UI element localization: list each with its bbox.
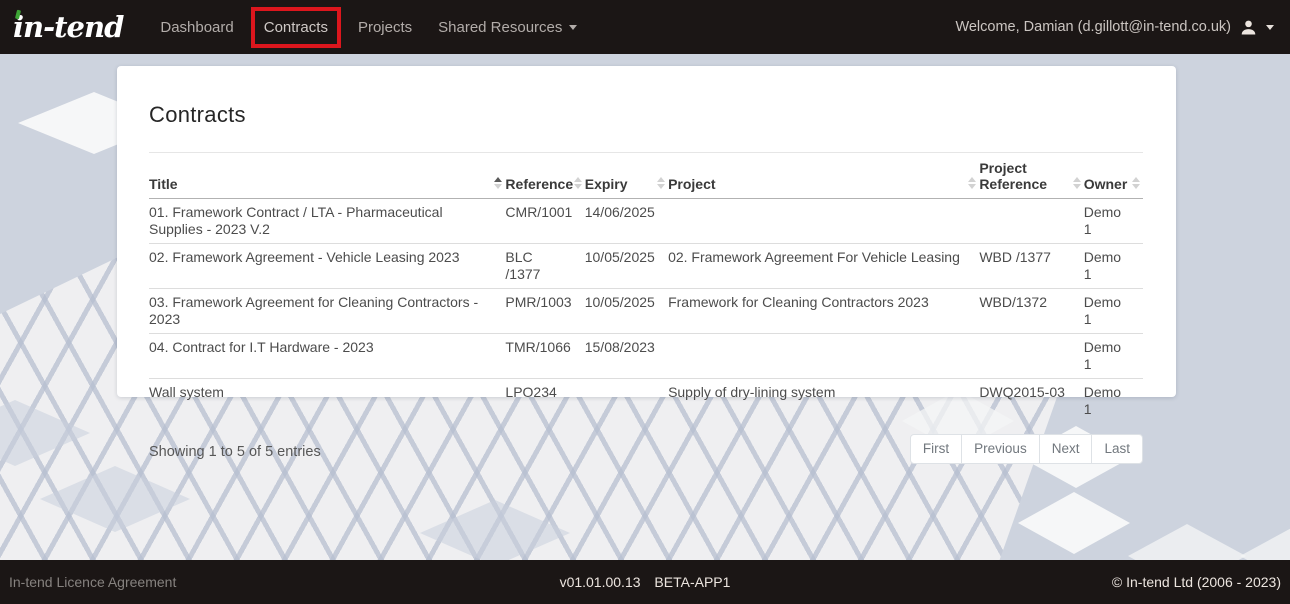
column-header-reference[interactable]: Reference <box>505 153 584 199</box>
copyright-text: © In-tend Ltd (2006 - 2023) <box>1112 574 1281 590</box>
column-label: Project Reference <box>979 160 1047 192</box>
column-header-project[interactable]: Project <box>668 153 979 199</box>
cell-title: 01. Framework Contract / LTA - Pharmaceu… <box>149 199 505 244</box>
column-label: Title <box>149 176 178 192</box>
cell-project-reference <box>979 334 1083 379</box>
chevron-down-icon <box>569 25 577 30</box>
cell-title: 03. Framework Agreement for Cleaning Con… <box>149 289 505 334</box>
cell-reference: BLC /1377 <box>505 244 584 289</box>
footer: In-tend Licence Agreement v01.01.00.13 B… <box>0 560 1290 604</box>
cell-project: Supply of dry-lining system <box>668 379 979 424</box>
nav-label: Projects <box>358 19 412 36</box>
pagination-first-button[interactable]: First <box>910 434 962 464</box>
intend-logo[interactable]: in-tend <box>13 13 123 42</box>
contracts-table: Title Reference Expiry Project Project R… <box>149 152 1143 423</box>
cell-project-reference: WBD/1372 <box>979 289 1083 334</box>
cell-expiry: 10/05/2025 <box>585 244 668 289</box>
user-icon[interactable] <box>1240 19 1257 36</box>
pagination-next-button[interactable]: Next <box>1039 434 1093 464</box>
version-text: v01.01.00.13 <box>560 574 641 590</box>
user-menu-chevron-icon[interactable] <box>1266 25 1274 30</box>
column-label: Project <box>668 176 715 192</box>
navbar-right: Welcome, Damian (d.gillott@in-tend.co.uk… <box>955 19 1274 36</box>
bg-diamond <box>0 400 90 466</box>
cell-reference: CMR/1001 <box>505 199 584 244</box>
page-title: Contracts <box>149 102 1143 128</box>
sort-asc-icon <box>494 177 502 189</box>
nav-item-dashboard[interactable]: Dashboard <box>147 7 246 48</box>
table-row[interactable]: Wall system LPO234 Supply of dry-lining … <box>149 379 1143 424</box>
logo-text: in-tend <box>13 10 123 44</box>
cell-expiry: 14/06/2025 <box>585 199 668 244</box>
nav-label: Contracts <box>264 19 328 36</box>
column-label: Expiry <box>585 176 628 192</box>
cell-reference: PMR/1003 <box>505 289 584 334</box>
bg-diamond <box>420 500 570 560</box>
sort-icon <box>657 177 665 189</box>
pagination-previous-button[interactable]: Previous <box>961 434 1040 464</box>
cell-owner: Demo 1 <box>1084 199 1143 244</box>
cell-reference: LPO234 <box>505 379 584 424</box>
column-header-owner[interactable]: Owner <box>1084 153 1143 199</box>
column-label: Owner <box>1084 176 1128 192</box>
column-header-title[interactable]: Title <box>149 153 505 199</box>
table-row[interactable]: 03. Framework Agreement for Cleaning Con… <box>149 289 1143 334</box>
build-text: BETA-APP1 <box>654 574 730 590</box>
cell-title: 02. Framework Agreement - Vehicle Leasin… <box>149 244 505 289</box>
cell-expiry <box>585 379 668 424</box>
cell-project-reference <box>979 199 1083 244</box>
nav-item-shared-resources[interactable]: Shared Resources <box>425 7 590 48</box>
nav-label: Dashboard <box>160 19 233 36</box>
cell-owner: Demo 1 <box>1084 244 1143 289</box>
cell-owner: Demo 1 <box>1084 334 1143 379</box>
cell-project <box>668 199 979 244</box>
cell-owner: Demo 1 <box>1084 289 1143 334</box>
cell-project: 02. Framework Agreement For Vehicle Leas… <box>668 244 979 289</box>
column-label: Reference <box>505 176 573 192</box>
footer-version: v01.01.00.13 BETA-APP1 <box>0 574 1290 590</box>
cell-title: 04. Contract for I.T Hardware - 2023 <box>149 334 505 379</box>
table-header-row: Title Reference Expiry Project Project R… <box>149 153 1143 199</box>
pagination-last-button[interactable]: Last <box>1091 434 1143 464</box>
cell-project-reference: WBD /1377 <box>979 244 1083 289</box>
nav-item-contracts[interactable]: Contracts <box>251 7 341 48</box>
sort-icon <box>1073 177 1081 189</box>
table-row[interactable]: 01. Framework Contract / LTA - Pharmaceu… <box>149 199 1143 244</box>
sort-icon <box>968 177 976 189</box>
cell-title: Wall system <box>149 379 505 424</box>
sort-icon <box>574 177 582 189</box>
cell-project: Framework for Cleaning Contractors 2023 <box>668 289 979 334</box>
cell-project-reference: DWQ2015-03 <box>979 379 1083 424</box>
cell-owner: Demo 1 <box>1084 379 1143 424</box>
column-header-project-reference[interactable]: Project Reference <box>979 153 1083 199</box>
nav-item-projects[interactable]: Projects <box>345 7 425 48</box>
table-row[interactable]: 04. Contract for I.T Hardware - 2023 TMR… <box>149 334 1143 379</box>
nav-label: Shared Resources <box>438 19 562 36</box>
welcome-text: Welcome, Damian (d.gillott@in-tend.co.uk… <box>955 19 1231 35</box>
cell-reference: TMR/1066 <box>505 334 584 379</box>
pagination: First Previous Next Last <box>910 434 1143 464</box>
cell-expiry: 10/05/2025 <box>585 289 668 334</box>
column-header-expiry[interactable]: Expiry <box>585 153 668 199</box>
cell-project <box>668 334 979 379</box>
bg-diamond <box>40 466 190 532</box>
table-row[interactable]: 02. Framework Agreement - Vehicle Leasin… <box>149 244 1143 289</box>
top-navbar: in-tend Dashboard Contracts Projects Sha… <box>0 0 1290 54</box>
sort-icon <box>1132 177 1140 189</box>
contracts-card: Contracts Title Reference Expiry Project <box>117 66 1176 397</box>
cell-expiry: 15/08/2023 <box>585 334 668 379</box>
entries-summary: Showing 1 to 5 of 5 entries <box>149 434 321 460</box>
